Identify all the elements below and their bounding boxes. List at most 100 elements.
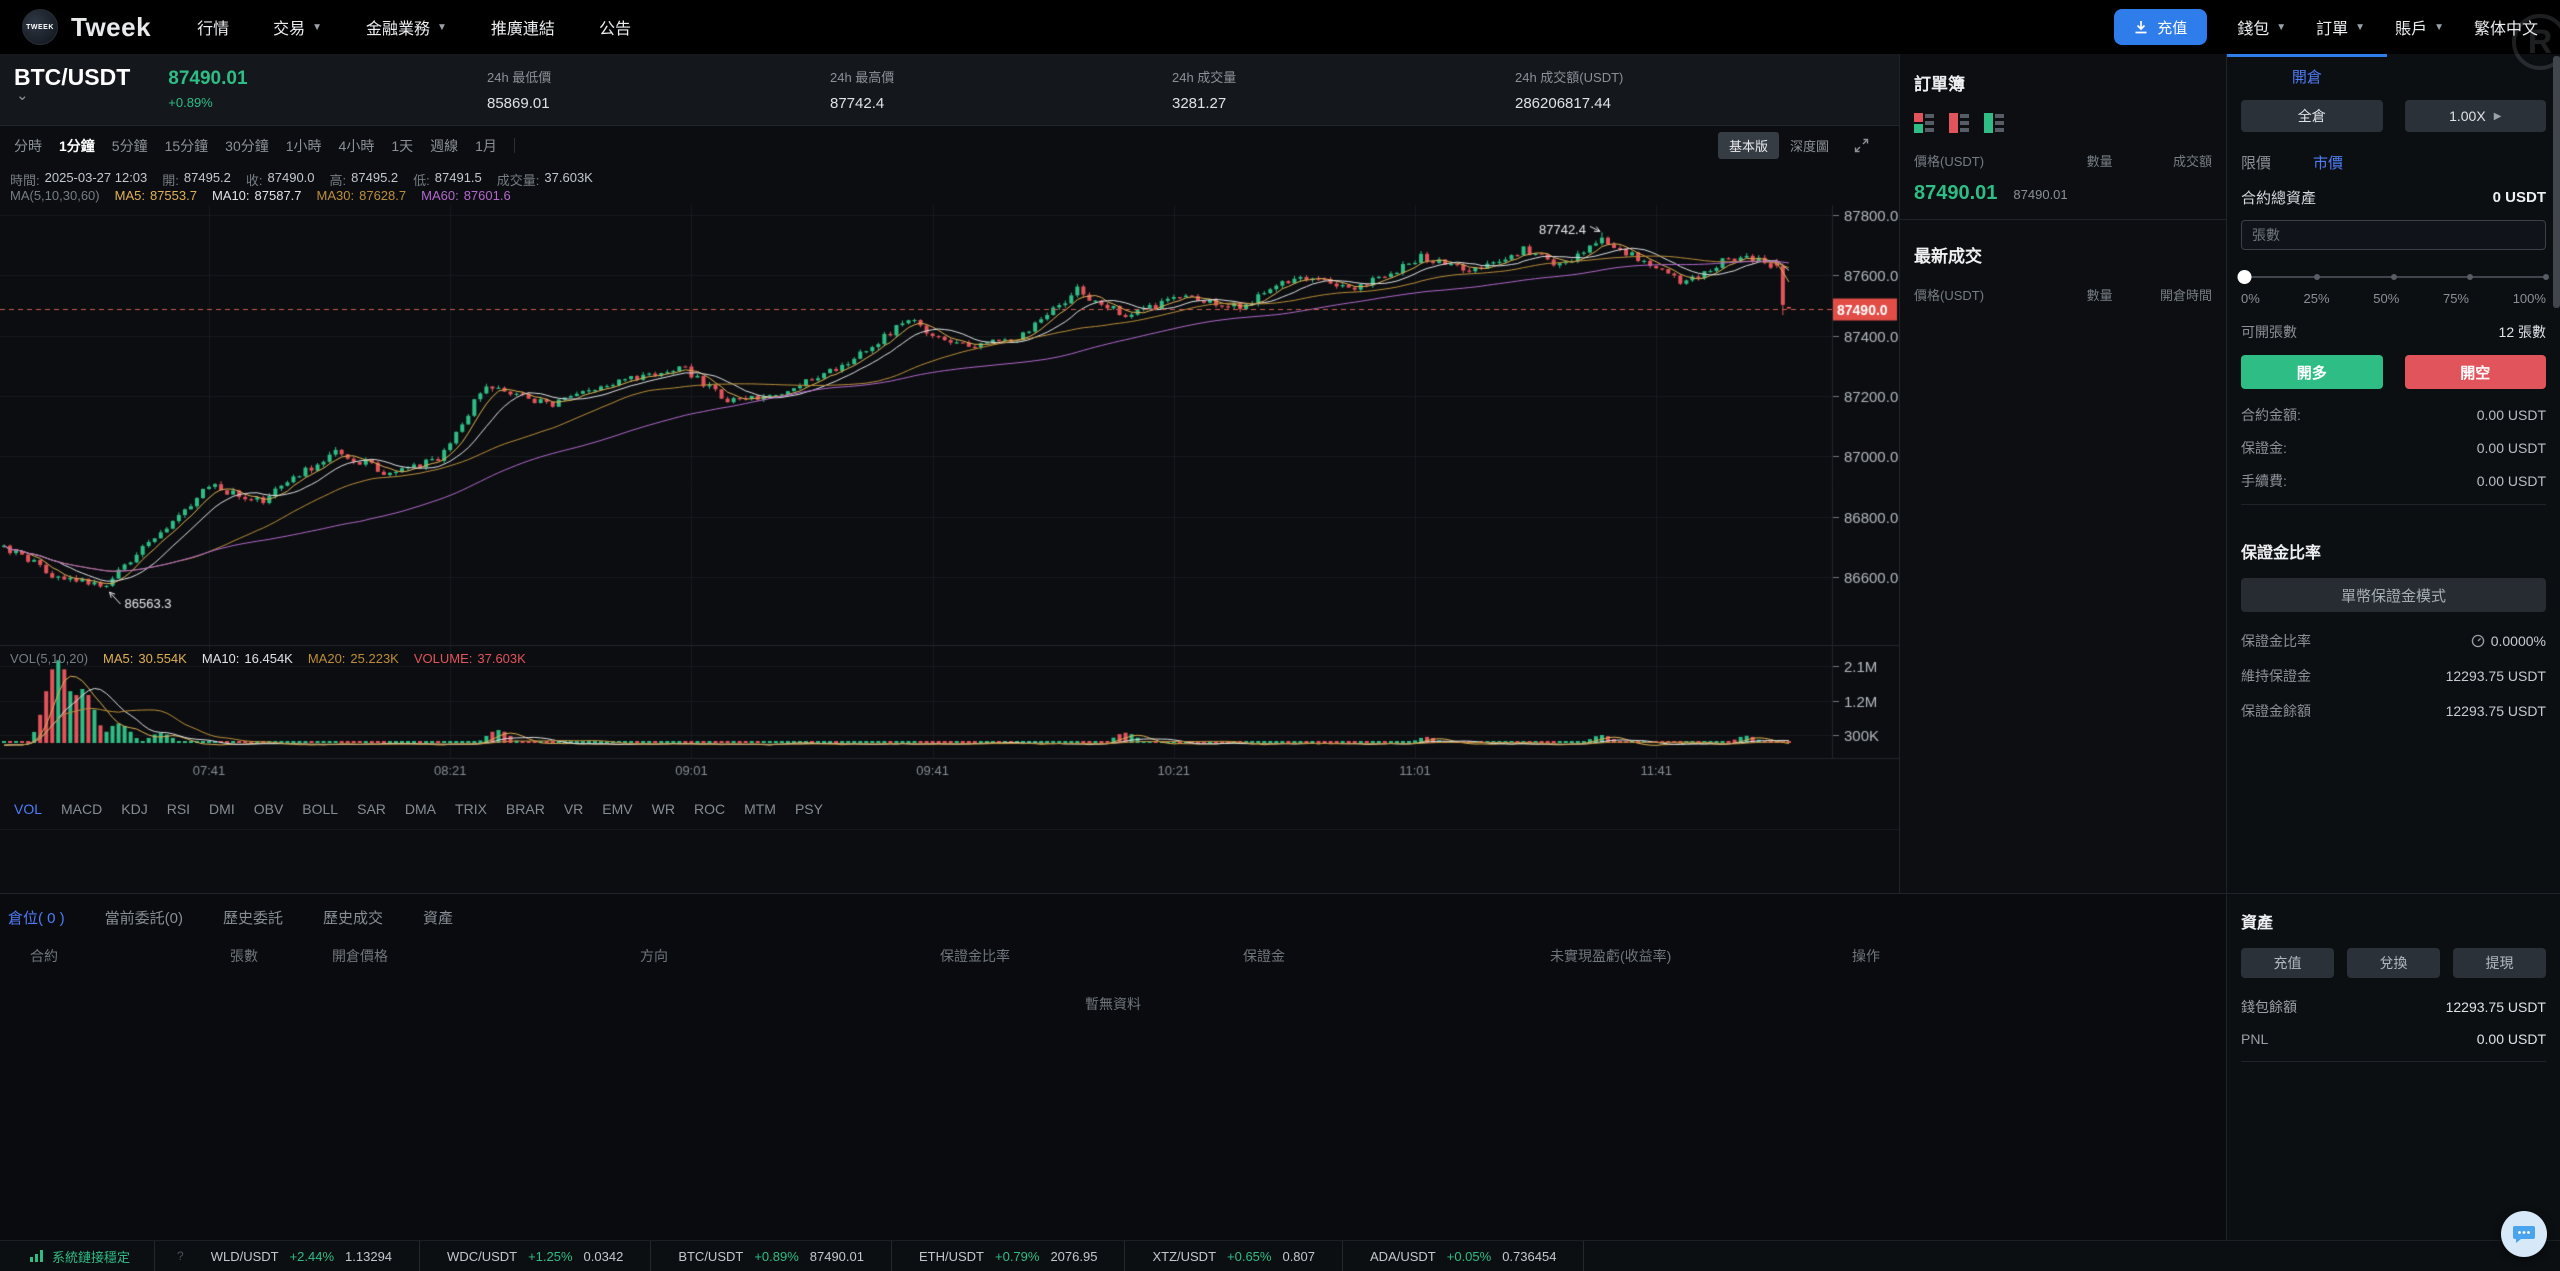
indicator-brar[interactable]: BRAR [506, 801, 545, 817]
menu-item-trade[interactable]: 交易 ▼ [273, 15, 322, 39]
tab-trade-history[interactable]: 歷史成交 [323, 907, 383, 928]
candlestick-chart[interactable] [0, 165, 1900, 788]
timeframe-5m[interactable]: 5分鐘 [112, 136, 148, 156]
timeframe-1mo[interactable]: 1月 [475, 136, 497, 156]
chevron-down-icon: ▼ [312, 21, 322, 33]
available-contracts-row: 可開張數 12 張數 [2241, 324, 2546, 340]
timeframe-15m[interactable]: 15分鐘 [165, 136, 209, 156]
main-menu: 行情 交易 ▼ 金融業務 ▼ 推廣連結 公告 [197, 15, 631, 39]
timeframe-1h[interactable]: 1小時 [286, 136, 322, 156]
timeframe-1w[interactable]: 週線 [430, 136, 458, 156]
chat-support-button[interactable] [2501, 1211, 2547, 1257]
slider-handle[interactable] [2237, 270, 2252, 284]
signal-icon [30, 1250, 43, 1262]
timeframe-1d[interactable]: 1天 [391, 136, 413, 156]
ticker-item-ada[interactable]: ADA/USDT +0.05% 0.736454 [1343, 1240, 1585, 1271]
order-buttons: 開多 開空 [2241, 355, 2546, 389]
single-margin-mode-button[interactable]: 單幣保證金模式 [2241, 578, 2546, 612]
withdraw-button[interactable]: 提現 [2453, 948, 2546, 978]
menu-item-finance[interactable]: 金融業務 ▼ [366, 15, 447, 39]
ticker-item-wdc[interactable]: WDC/USDT +1.25% 0.0342 [420, 1240, 652, 1271]
menu-item-announcement[interactable]: 公告 [599, 15, 631, 39]
chart-column: BTC/USDT ⌄ 87490.01 +0.89% 24h 最低價 85869.… [0, 54, 1900, 893]
indicator-trix[interactable]: TRIX [455, 801, 487, 817]
timeframe-minute-line[interactable]: 分時 [14, 136, 42, 156]
convert-button[interactable]: 兌換 [2347, 948, 2440, 978]
indicator-roc[interactable]: ROC [694, 801, 725, 817]
left-section: BTC/USDT ⌄ 87490.01 +0.89% 24h 最低價 85869.… [0, 54, 2226, 1240]
slider-dot[interactable] [2314, 274, 2321, 280]
divider [2241, 504, 2546, 505]
orderbook-last-price-row[interactable]: 87490.01 87490.01 [1914, 182, 2212, 205]
brand-logo-icon: TWEEK [22, 9, 58, 45]
ticker-item-eth[interactable]: ETH/USDT +0.79% 2076.95 [892, 1240, 1126, 1271]
margin-info-rows: 保證金比率 0.0000% 維持保證金 12293.75 USDT 保證金餘額 12… [2241, 633, 2546, 719]
tab-assets[interactable]: 資產 [423, 907, 453, 928]
menu-item-orders[interactable]: 訂單 ▼ [2316, 15, 2365, 39]
orderbook-index-price: 87490.01 [2013, 187, 2068, 202]
timeframe-1m[interactable]: 1分鐘 [59, 136, 95, 156]
margin-ratio-title: 保證金比率 [2241, 545, 2322, 562]
indicator-tabs: VOL MACD KDJ RSI DMI OBV BOLL SAR DMA TR… [0, 788, 1899, 830]
symbol-selector[interactable]: BTC/USDT ⌄ [14, 64, 130, 125]
timeframe-4h[interactable]: 4小時 [339, 136, 375, 156]
tab-order-history[interactable]: 歷史委託 [223, 907, 283, 928]
orderbook-mode-both-icon[interactable] [1914, 113, 1936, 133]
deposit-asset-button[interactable]: 充值 [2241, 948, 2334, 978]
connection-status: 系統鏈接穩定 [0, 1247, 154, 1266]
view-basic[interactable]: 基本版 [1717, 132, 1779, 159]
indicator-vr[interactable]: VR [564, 801, 583, 817]
menu-item-market[interactable]: 行情 [197, 15, 229, 39]
indicator-dmi[interactable]: DMI [209, 801, 235, 817]
chart-area: 時間: 2025-03-27 12:03 開: 87495.2 收: 87490.0 … [0, 165, 1900, 788]
ticker-item-xtz[interactable]: XTZ/USDT +0.65% 0.807 [1125, 1240, 1344, 1271]
open-short-button[interactable]: 開空 [2404, 355, 2546, 389]
indicator-mtm[interactable]: MTM [744, 801, 776, 817]
indicator-dma[interactable]: DMA [405, 801, 436, 817]
indicator-rsi[interactable]: RSI [167, 801, 190, 817]
view-depth[interactable]: 深度圖 [1779, 132, 1840, 159]
indicator-kdj[interactable]: KDJ [121, 801, 147, 817]
menu-item-referral[interactable]: 推廣連結 [491, 15, 555, 39]
tab-positions[interactable]: 倉位( 0 ) [8, 907, 65, 928]
deposit-button[interactable]: 充值 [2114, 9, 2208, 45]
orderbook-columns: 價格(USDT) 數量 成交額 [1914, 154, 2212, 169]
orderbook-mode-bids-icon[interactable] [1984, 113, 2006, 133]
ticker-item-btc[interactable]: BTC/USDT +0.89% 87490.01 [651, 1240, 892, 1271]
chevron-down-icon: ▼ [2434, 21, 2444, 33]
order-type-market[interactable]: 市價 [2313, 152, 2343, 173]
indicator-boll[interactable]: BOLL [302, 801, 338, 817]
tab-open-position[interactable]: 開倉 [2227, 54, 2387, 96]
indicator-obv[interactable]: OBV [254, 801, 284, 817]
chevron-down-icon: ▼ [2355, 21, 2366, 33]
timeframe-30m[interactable]: 30分鐘 [225, 136, 269, 156]
divider [2241, 1061, 2546, 1062]
indicator-emv[interactable]: EMV [602, 801, 632, 817]
quantity-input[interactable] [2241, 220, 2546, 250]
margin-mode-button[interactable]: 全倉 [2241, 100, 2383, 132]
chevron-down-icon: ▼ [2276, 21, 2287, 33]
indicator-psy[interactable]: PSY [795, 801, 823, 817]
open-long-button[interactable]: 開多 [2241, 355, 2383, 389]
slider-dot[interactable] [2466, 274, 2473, 280]
tab-open-orders[interactable]: 當前委託(0) [105, 907, 183, 928]
indicator-wr[interactable]: WR [652, 801, 675, 817]
slider-dot[interactable] [2390, 274, 2397, 280]
leverage-button[interactable]: 1.00X ▶ [2404, 100, 2546, 132]
fullscreen-icon[interactable] [1854, 138, 1869, 153]
indicator-sar[interactable]: SAR [357, 801, 386, 817]
orderbook-mode-asks-icon[interactable] [1949, 113, 1971, 133]
chat-bubble-icon [2513, 1226, 2535, 1243]
download-icon [2135, 21, 2147, 34]
menu-item-wallet[interactable]: 錢包 ▼ [2237, 15, 2286, 39]
assets-title: 資產 [2241, 915, 2274, 932]
menu-item-account[interactable]: 賬戶 ▼ [2395, 15, 2444, 39]
scrollbar[interactable] [2553, 56, 2560, 308]
positions-panel: 倉位( 0 ) 當前委託(0) 歷史委託 歷史成交 資產 合約 張數 開倉價格 … [0, 893, 2226, 1240]
order-type-limit[interactable]: 限價 [2241, 152, 2271, 173]
indicator-macd[interactable]: MACD [61, 801, 102, 817]
quantity-slider[interactable] [2237, 270, 2549, 284]
ticker-item-wld[interactable]: WLD/USDT +2.44% 1.13294 [184, 1240, 421, 1271]
slider-dot[interactable] [2543, 274, 2549, 280]
indicator-vol[interactable]: VOL [14, 801, 42, 817]
